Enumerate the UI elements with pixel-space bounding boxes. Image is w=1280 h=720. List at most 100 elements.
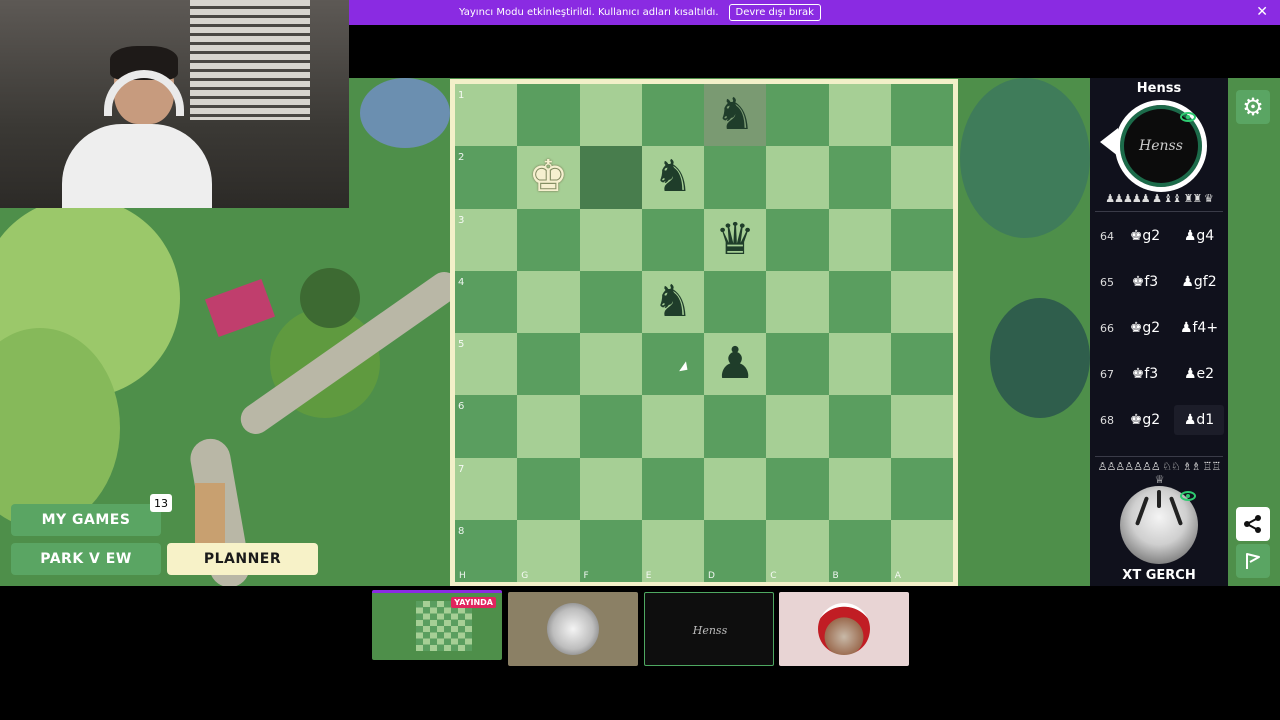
rank-label: 1 <box>458 90 465 101</box>
move-row: 64 ♚g2 ♟g4 <box>1090 216 1228 256</box>
disable-streamer-mode-button[interactable]: Devre dışı bırak <box>728 4 821 21</box>
square-c5[interactable] <box>766 333 829 396</box>
square-g1[interactable] <box>517 84 580 147</box>
player-thumbnail-santa[interactable] <box>779 592 909 666</box>
settings-button[interactable]: ⚙ <box>1236 90 1270 124</box>
square-d2[interactable] <box>704 146 767 209</box>
square-b7[interactable] <box>828 457 891 520</box>
square-a8[interactable]: A <box>890 519 953 582</box>
close-icon[interactable]: ✕ <box>1256 4 1268 20</box>
square-g2[interactable]: ♚ <box>517 146 580 209</box>
black-move[interactable]: ♟e2 <box>1174 359 1224 389</box>
square-h6[interactable]: 6 <box>455 395 518 458</box>
square-e3[interactable] <box>641 208 704 271</box>
square-d5[interactable]: ♟ <box>704 333 767 396</box>
square-a5[interactable] <box>890 333 953 396</box>
square-e1[interactable] <box>641 84 704 147</box>
chess-board[interactable]: 1 ♞ 2 ♚ ♞ 3 ♛ 4 ♞ 5 ♟ 6 7 8 H G F E D C B A <box>455 84 953 582</box>
square-g3[interactable] <box>517 208 580 271</box>
white-move[interactable]: ♚f3 <box>1120 359 1170 389</box>
square-b5[interactable] <box>828 333 891 396</box>
park-view-button[interactable]: PARK V EW <box>11 543 161 575</box>
square-a2[interactable] <box>890 146 953 209</box>
square-c2[interactable] <box>766 146 829 209</box>
square-d4[interactable] <box>704 270 767 333</box>
chess-piece[interactable]: ♞ <box>653 155 692 199</box>
player-thumbnail-tiger[interactable] <box>508 592 638 666</box>
move-row: 66 ♚g2 ♟f4+ <box>1090 308 1228 348</box>
square-g8[interactable]: G <box>517 519 580 582</box>
square-b6[interactable] <box>828 395 891 458</box>
square-g4[interactable] <box>517 270 580 333</box>
square-h8[interactable]: 8H <box>455 519 518 582</box>
square-d1[interactable]: ♞ <box>704 84 767 147</box>
square-h2[interactable]: 2 <box>455 146 518 209</box>
square-b3[interactable] <box>828 208 891 271</box>
square-c6[interactable] <box>766 395 829 458</box>
planner-button[interactable]: PLANNER <box>167 543 318 575</box>
white-move[interactable]: ♚g2 <box>1120 405 1170 435</box>
square-g7[interactable] <box>517 457 580 520</box>
square-h5[interactable]: 5 <box>455 333 518 396</box>
square-e5[interactable] <box>641 333 704 396</box>
chess-piece[interactable]: ♞ <box>653 279 692 324</box>
rank-label: 7 <box>458 463 465 475</box>
square-h1[interactable]: 1 <box>455 84 518 147</box>
square-e4[interactable]: ♞ <box>641 270 704 333</box>
share-icon <box>1244 515 1261 533</box>
square-f2[interactable] <box>579 146 642 209</box>
white-move[interactable]: ♚g2 <box>1120 313 1170 343</box>
square-d6[interactable] <box>704 395 767 458</box>
square-c7[interactable] <box>766 457 829 520</box>
black-move[interactable]: ♟gf2 <box>1174 267 1224 297</box>
square-e2[interactable]: ♞ <box>641 146 704 209</box>
square-e7[interactable] <box>641 457 704 520</box>
black-move[interactable]: ♟d1 <box>1174 405 1224 435</box>
player-thumbnail-henss[interactable]: Henss <box>644 592 774 666</box>
square-d8[interactable]: D <box>704 519 767 582</box>
square-h3[interactable]: 3 <box>455 208 518 271</box>
chess-piece[interactable]: ♟ <box>715 342 754 386</box>
square-c3[interactable] <box>766 208 829 271</box>
black-move[interactable]: ♟g4 <box>1174 221 1224 251</box>
square-f5[interactable] <box>579 333 642 396</box>
square-c4[interactable] <box>766 270 829 333</box>
square-f3[interactable] <box>579 208 642 271</box>
square-g6[interactable] <box>517 395 580 458</box>
square-c8[interactable]: C <box>766 519 829 582</box>
white-move[interactable]: ♚g2 <box>1120 221 1170 251</box>
square-a3[interactable] <box>890 208 953 271</box>
square-f6[interactable] <box>579 395 642 458</box>
white-move[interactable]: ♚f3 <box>1120 267 1170 297</box>
square-f1[interactable] <box>579 84 642 147</box>
my-games-button[interactable]: MY GAMES <box>11 504 161 536</box>
square-b4[interactable] <box>828 270 891 333</box>
resign-button[interactable] <box>1236 544 1270 578</box>
square-a4[interactable] <box>890 270 953 333</box>
chess-piece[interactable]: ♚ <box>529 155 568 199</box>
square-b1[interactable] <box>828 84 891 147</box>
square-a6[interactable] <box>890 395 953 458</box>
square-h4[interactable]: 4 <box>455 270 518 333</box>
move-row: 68 ♚g2 ♟d1 <box>1090 400 1228 440</box>
square-a1[interactable] <box>890 84 953 147</box>
square-a7[interactable] <box>890 457 953 520</box>
square-f4[interactable] <box>579 270 642 333</box>
square-c1[interactable] <box>766 84 829 147</box>
square-f7[interactable] <box>579 457 642 520</box>
square-b2[interactable] <box>828 146 891 209</box>
square-f8[interactable]: F <box>579 519 642 582</box>
chess-piece[interactable]: ♛ <box>715 217 754 262</box>
square-e6[interactable] <box>641 395 704 458</box>
chess-piece[interactable]: ♞ <box>715 93 754 137</box>
move-row: 65 ♚f3 ♟gf2 <box>1090 262 1228 302</box>
square-b8[interactable]: B <box>828 519 891 582</box>
black-move[interactable]: ♟f4+ <box>1174 313 1224 343</box>
square-g5[interactable] <box>517 333 580 396</box>
share-button[interactable] <box>1236 507 1270 541</box>
square-d7[interactable] <box>704 457 767 520</box>
stream-thumbnail[interactable]: YAYINDA <box>372 590 502 660</box>
square-h7[interactable]: 7 <box>455 457 518 520</box>
square-e8[interactable]: E <box>641 519 704 582</box>
square-d3[interactable]: ♛ <box>704 208 767 271</box>
